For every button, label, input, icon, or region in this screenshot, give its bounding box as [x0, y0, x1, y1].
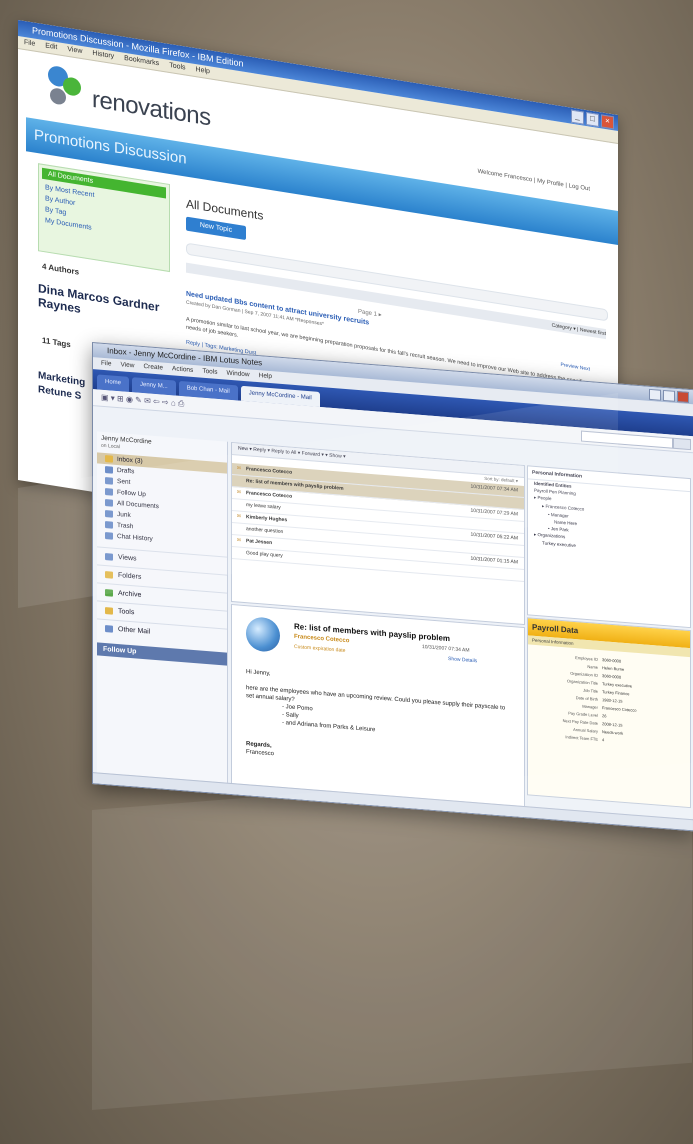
notes-close-button[interactable]	[677, 391, 689, 403]
screenshot-stage: Promotions Discussion - Mozilla Firefox …	[0, 0, 693, 1144]
nav-inbox-label: Inbox (3)	[117, 455, 143, 465]
show-details-link[interactable]: Show Details	[448, 656, 477, 664]
page-index[interactable]: Page 1 ▸	[358, 308, 382, 319]
notes-maximize-button[interactable]	[663, 389, 675, 402]
user-links[interactable]: Welcome Francesco | My Profile | Log Out	[478, 169, 590, 193]
preview-body: Hi Jenny, here are the employees who hav…	[246, 668, 506, 776]
field-value: 4	[602, 737, 605, 743]
maximize-button[interactable]: □	[586, 111, 599, 128]
menu-help[interactable]: Help	[259, 370, 272, 383]
tools-icon	[105, 607, 113, 615]
close-button[interactable]: ×	[601, 114, 614, 130]
left-nav: All Documents By Most Recent By Author B…	[38, 163, 170, 273]
menu-help[interactable]: Help	[196, 64, 210, 78]
preview-from[interactable]: Francesco Cotecco	[294, 634, 349, 644]
toolbar-icons[interactable]: ▣ ▾ ⊞ ◉ ✎ ✉ ⇦ ⇨ ⌂ ⎙	[101, 393, 184, 409]
brand-name: renovations	[92, 85, 211, 132]
new-topic-button[interactable]: New Topic	[186, 216, 246, 241]
nav-group-tools-label: Tools	[118, 608, 135, 617]
tags-heading: 11 Tags	[42, 335, 71, 350]
sender-globe-icon	[246, 616, 280, 653]
nav-group-other-mail-label: Other Mail	[118, 626, 151, 636]
other-mail-icon	[105, 625, 113, 633]
menu-edit[interactable]: Edit	[45, 40, 57, 54]
menu-create[interactable]: Create	[143, 361, 163, 375]
renovations-logo-icon	[48, 66, 81, 105]
menu-file[interactable]: File	[24, 37, 35, 51]
menu-view[interactable]: View	[120, 359, 134, 372]
menu-tools[interactable]: Tools	[202, 366, 217, 379]
front-window-reflection	[92, 762, 692, 1110]
authors-heading: 4 Authors	[42, 261, 80, 277]
menu-window[interactable]: Window	[227, 368, 250, 382]
field-value: Needs work	[602, 729, 624, 736]
minimize-button[interactable]: _	[571, 109, 584, 125]
follow-up-panel-header[interactable]: Follow Up	[97, 642, 227, 666]
menu-actions[interactable]: Actions	[172, 363, 193, 377]
preview-expiration: Custom expiration date	[294, 643, 346, 654]
preview-date: 10/31/2007 07:34 AM	[422, 643, 470, 654]
authors-names[interactable]: Dina Marcos Gardner Raynes	[38, 281, 168, 330]
notes-minimize-button[interactable]	[649, 388, 661, 401]
menu-file[interactable]: File	[101, 358, 111, 371]
search-button[interactable]	[673, 437, 691, 451]
inbox-icon	[105, 455, 113, 463]
